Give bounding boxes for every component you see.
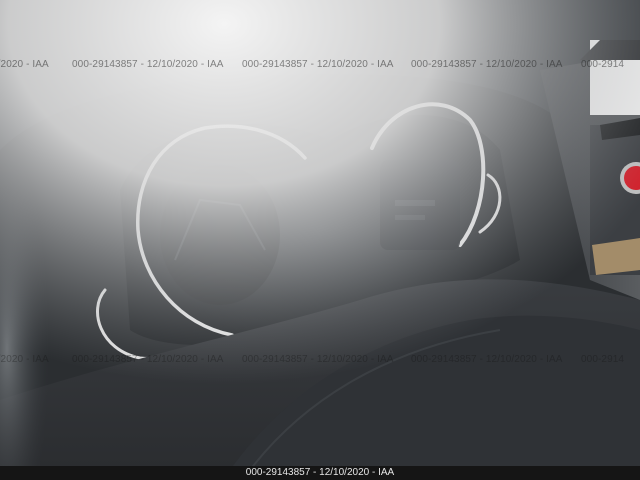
caption-bar: 000-29143857 - 12/10/2020 - IAA — [0, 466, 640, 480]
photo-viewer: 0/2020 - IAA 000-29143857 - 12/10/2020 -… — [0, 0, 640, 480]
watermark-row-top: 0/2020 - IAA 000-29143857 - 12/10/2020 -… — [0, 59, 640, 73]
watermark-row-middle: 0/2020 - IAA 000-29143857 - 12/10/2020 -… — [0, 354, 640, 368]
watermark-text: 000-2914 — [581, 59, 625, 70]
watermark-text: 000-29143857 - 12/10/2020 - IAA — [411, 354, 563, 365]
watermark-text: 0/2020 - IAA — [0, 59, 49, 70]
watermark-text: 000-2914 — [581, 354, 625, 365]
caption-text: 000-29143857 - 12/10/2020 - IAA — [245, 467, 395, 478]
watermark-text: 000-29143857 - 12/10/2020 - IAA — [242, 354, 394, 365]
watermark-text: 000-29143857 - 12/10/2020 - IAA — [242, 59, 394, 70]
watermark-text: 000-29143857 - 12/10/2020 - IAA — [411, 59, 563, 70]
watermark-text: 000-29143857 - 12/10/2020 - IAA — [72, 59, 224, 70]
watermark-text: 0/2020 - IAA — [0, 354, 49, 365]
watermark-text: 000-29143857 - 12/10/2020 - IAA — [72, 354, 224, 365]
